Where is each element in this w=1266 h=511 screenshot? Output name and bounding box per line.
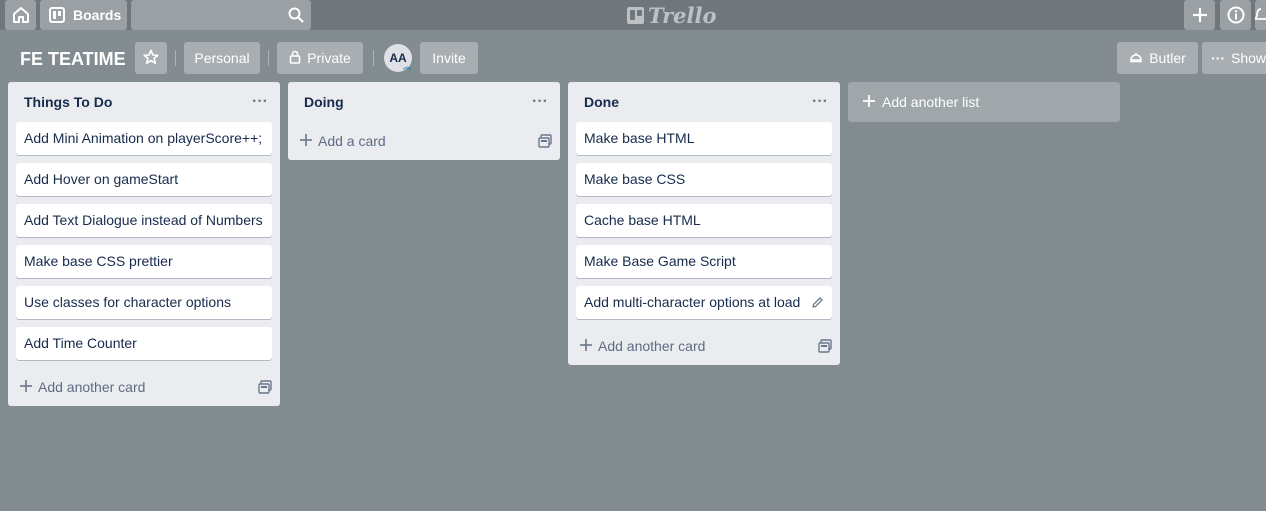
list-title[interactable]: Doing bbox=[304, 94, 344, 110]
boards-button[interactable]: Boards bbox=[40, 0, 127, 30]
card[interactable]: Add Hover on gameStart bbox=[16, 163, 272, 196]
card-template-icon[interactable] bbox=[258, 380, 272, 394]
list-footer: Add another card bbox=[568, 327, 840, 365]
header-divider bbox=[268, 50, 269, 66]
boards-label: Boards bbox=[73, 7, 122, 23]
plus-icon bbox=[862, 94, 876, 111]
butler-bell-icon bbox=[1129, 50, 1143, 67]
add-card-label: Add a card bbox=[318, 133, 386, 149]
add-card-button[interactable]: Add another card bbox=[19, 379, 145, 396]
card-template-icon[interactable] bbox=[818, 339, 832, 353]
add-card-label: Add another card bbox=[598, 338, 706, 354]
lock-icon bbox=[289, 50, 301, 67]
add-card-label: Add another card bbox=[38, 379, 146, 395]
list-menu-icon[interactable]: ··· bbox=[252, 93, 268, 111]
trello-logo-icon bbox=[627, 6, 644, 24]
pencil-icon[interactable] bbox=[811, 294, 824, 314]
team-visibility-button[interactable]: Personal bbox=[184, 42, 260, 74]
card-list: Make base HTML Make base CSS Cache base … bbox=[568, 122, 840, 319]
info-button[interactable] bbox=[1220, 0, 1251, 30]
plus-icon bbox=[299, 133, 313, 150]
list-header: Done ··· bbox=[568, 82, 840, 122]
trello-logo[interactable]: Trello bbox=[627, 2, 717, 28]
butler-label: Butler bbox=[1149, 50, 1186, 66]
plus-icon bbox=[1192, 7, 1208, 23]
home-button[interactable] bbox=[5, 0, 36, 30]
list-footer: Add another card bbox=[8, 368, 280, 406]
add-card-button[interactable]: Add another card bbox=[579, 338, 705, 355]
logo-text: Trello bbox=[648, 2, 717, 28]
list-doing: Doing ··· Add a card bbox=[288, 82, 560, 160]
card[interactable]: Make base CSS bbox=[576, 163, 832, 196]
card-list: Add Mini Animation on playerScore++; Add… bbox=[8, 122, 280, 360]
card[interactable]: Add Text Dialogue instead of Numbers bbox=[16, 204, 272, 237]
card[interactable]: Cache base HTML bbox=[576, 204, 832, 237]
board-title[interactable]: FE TEATIME bbox=[20, 45, 126, 73]
info-icon bbox=[1227, 6, 1245, 24]
show-menu-button[interactable]: ··· Show Menu bbox=[1202, 42, 1266, 74]
butler-button[interactable]: Butler bbox=[1117, 42, 1198, 74]
notifications-button[interactable] bbox=[1255, 0, 1266, 30]
search-icon bbox=[288, 7, 304, 23]
star-icon bbox=[143, 49, 159, 68]
home-icon bbox=[12, 6, 30, 24]
add-list-label: Add another list bbox=[882, 94, 980, 110]
invite-label: Invite bbox=[432, 50, 466, 66]
bell-icon bbox=[1255, 6, 1266, 24]
list-menu-icon[interactable]: ··· bbox=[532, 93, 548, 111]
privacy-button[interactable]: Private bbox=[277, 42, 363, 74]
header-divider bbox=[373, 50, 374, 66]
boards-icon bbox=[49, 7, 65, 23]
show-menu-label: Show Menu bbox=[1231, 50, 1266, 66]
search-input[interactable] bbox=[131, 0, 311, 30]
card[interactable]: Add Mini Animation on playerScore++; bbox=[16, 122, 272, 155]
list-done: Done ··· Make base HTML Make base CSS Ca… bbox=[568, 82, 840, 365]
card[interactable]: Make base HTML bbox=[576, 122, 832, 155]
card[interactable]: Make Base Game Script bbox=[576, 245, 832, 278]
card[interactable]: Add Time Counter bbox=[16, 327, 272, 360]
top-header: Boards Trello bbox=[0, 0, 1266, 30]
list-header: Things To Do ··· bbox=[8, 82, 280, 122]
card[interactable]: Use classes for character options bbox=[16, 286, 272, 319]
list-title[interactable]: Done bbox=[584, 94, 619, 110]
star-board-button[interactable] bbox=[135, 42, 167, 74]
admin-chevron-icon: ︽ bbox=[403, 62, 411, 71]
card-template-icon[interactable] bbox=[538, 134, 552, 148]
list-menu-icon[interactable]: ··· bbox=[812, 93, 828, 111]
add-list-button[interactable]: Add another list bbox=[848, 82, 1120, 122]
list-things-to-do: Things To Do ··· Add Mini Animation on p… bbox=[8, 82, 280, 406]
list-header: Doing ··· bbox=[288, 82, 560, 122]
list-footer: Add a card bbox=[288, 122, 560, 160]
card-title: Add multi-character options at load bbox=[584, 294, 801, 310]
create-button[interactable] bbox=[1184, 0, 1215, 30]
header-divider bbox=[175, 50, 176, 66]
invite-button[interactable]: Invite bbox=[420, 42, 478, 74]
private-label: Private bbox=[307, 50, 351, 66]
plus-icon bbox=[579, 338, 593, 355]
more-icon: ··· bbox=[1211, 50, 1225, 66]
card[interactable]: Make base CSS prettier bbox=[16, 245, 272, 278]
plus-icon bbox=[19, 379, 33, 396]
list-title[interactable]: Things To Do bbox=[24, 94, 112, 110]
card-hovered[interactable]: Add multi-character options at load bbox=[576, 286, 832, 319]
add-card-button[interactable]: Add a card bbox=[299, 133, 386, 150]
personal-label: Personal bbox=[194, 50, 250, 66]
